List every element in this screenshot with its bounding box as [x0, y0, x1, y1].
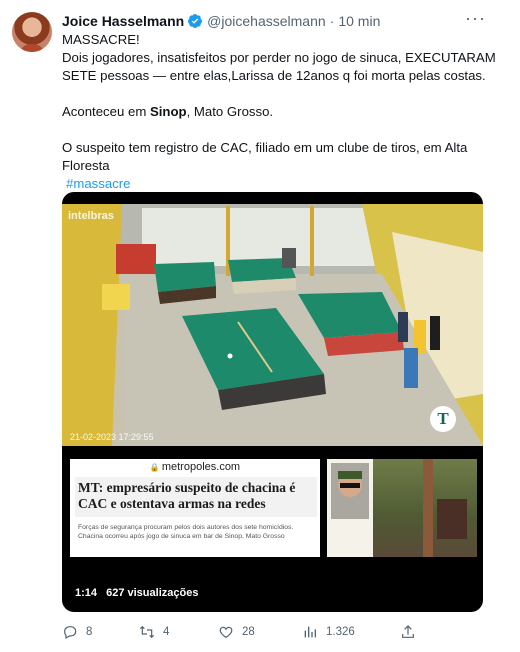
- separator-dot: ·: [329, 13, 335, 29]
- timestamp[interactable]: 10 min: [338, 13, 380, 29]
- camera-logo: intelbras: [68, 210, 114, 222]
- share-button[interactable]: [400, 624, 416, 640]
- views-icon: [304, 626, 316, 638]
- like-button[interactable]: 28: [218, 624, 255, 640]
- tweet-line-2: Dois jogadores, insatisfeitos por perder…: [62, 50, 496, 83]
- news-photo: [327, 459, 477, 557]
- video-meta: 1:14 627 visualizações: [75, 587, 204, 599]
- action-bar: 8 4 28 1.326: [62, 622, 422, 642]
- avatar[interactable]: [12, 12, 52, 52]
- channel-badge: T: [430, 406, 456, 432]
- more-icon[interactable]: ···: [465, 9, 486, 27]
- hashtag-link[interactable]: #massacre: [66, 176, 131, 191]
- video-views: 627 visualizações: [106, 587, 199, 599]
- tweet-text: MASSACRE! Dois jogadores, insatisfeitos …: [62, 31, 502, 193]
- news-card: 🔒 metropoles.com MT: empresário suspeito …: [70, 459, 320, 557]
- tweet-header: Joice Hasselmann @joicehasselmann · 10 m…: [62, 11, 380, 31]
- share-icon: [402, 625, 414, 638]
- news-overlay: 🔒 metropoles.com MT: empresário suspeito …: [70, 459, 477, 560]
- cctv-footage: intelbras 21-02-2023 17:29:55 T: [62, 204, 483, 446]
- news-site: 🔒 metropoles.com: [149, 461, 241, 473]
- video-player[interactable]: intelbras 21-02-2023 17:29:55 T 🔒 metropo…: [62, 192, 483, 612]
- video-duration: 1:14: [75, 587, 98, 599]
- tweet-line-4: O suspeito tem registro de CAC, filiado …: [62, 140, 468, 173]
- verified-badge-icon: [188, 14, 203, 28]
- camera-timestamp: 21-02-2023 17:29:55: [70, 432, 154, 442]
- news-title: MT: empresário suspeito de chacina é CAC…: [78, 480, 296, 511]
- author-name[interactable]: Joice Hasselmann: [62, 13, 184, 29]
- views-button[interactable]: 1.326: [302, 624, 355, 640]
- retweet-button[interactable]: 4: [139, 624, 169, 640]
- retweet-icon: [139, 625, 155, 639]
- tweet-line-3: Aconteceu em Sinop, Mato Grosso.: [62, 104, 274, 119]
- reply-icon: [64, 626, 77, 640]
- author-handle[interactable]: @joicehasselmann: [207, 13, 326, 29]
- tweet[interactable]: Joice Hasselmann @joicehasselmann · 10 m…: [0, 0, 520, 652]
- tweet-line-1: MASSACRE!: [62, 32, 140, 47]
- lock-icon: 🔒: [149, 463, 160, 472]
- pool-table-far-left: [154, 262, 216, 304]
- location-bold: Sinop: [149, 104, 187, 119]
- reply-button[interactable]: 8: [62, 624, 92, 640]
- like-icon: [219, 626, 233, 639]
- news-subtitle: Forças de segurança procuram pelos dois …: [78, 524, 294, 540]
